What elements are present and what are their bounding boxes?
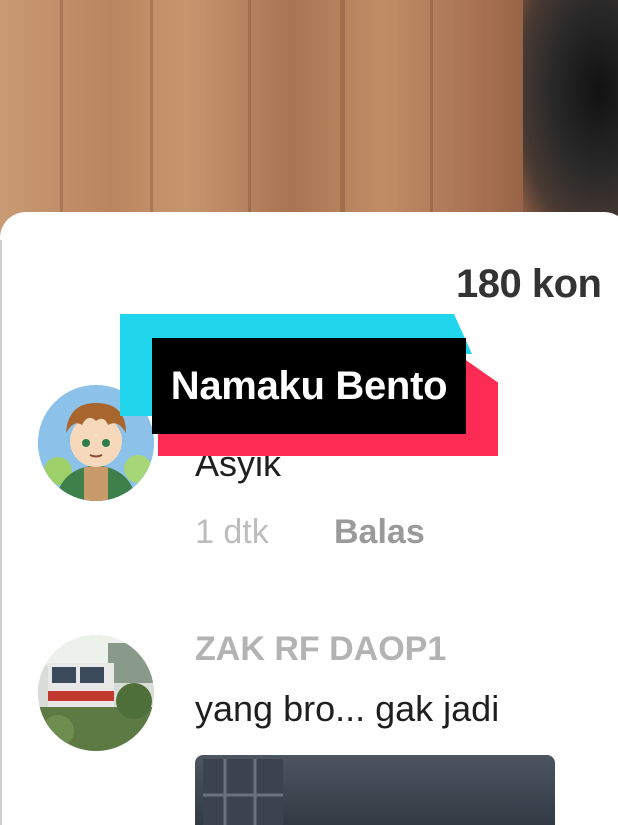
reply-button[interactable]: Balas xyxy=(334,513,425,552)
caption-text: Namaku Bento xyxy=(170,363,448,408)
comment-text: yang bro... gak jadi xyxy=(195,688,500,729)
comment-username[interactable]: ZAK RF DAOP1 xyxy=(195,630,446,669)
avatar-train-photo[interactable] xyxy=(38,635,154,751)
video-caption: Namaku Bento xyxy=(120,314,502,458)
sheet-edge-divider xyxy=(0,240,2,825)
caption-box: Namaku Bento xyxy=(152,338,466,434)
comment-image-attachment[interactable] xyxy=(195,755,555,825)
train-photo-avatar-icon xyxy=(38,635,154,751)
person-hair xyxy=(523,0,618,225)
window-photo-icon xyxy=(203,759,283,825)
comment-time: 1 dtk xyxy=(195,513,269,551)
video-background xyxy=(0,0,618,240)
comment-count: 180 kon xyxy=(456,262,602,306)
